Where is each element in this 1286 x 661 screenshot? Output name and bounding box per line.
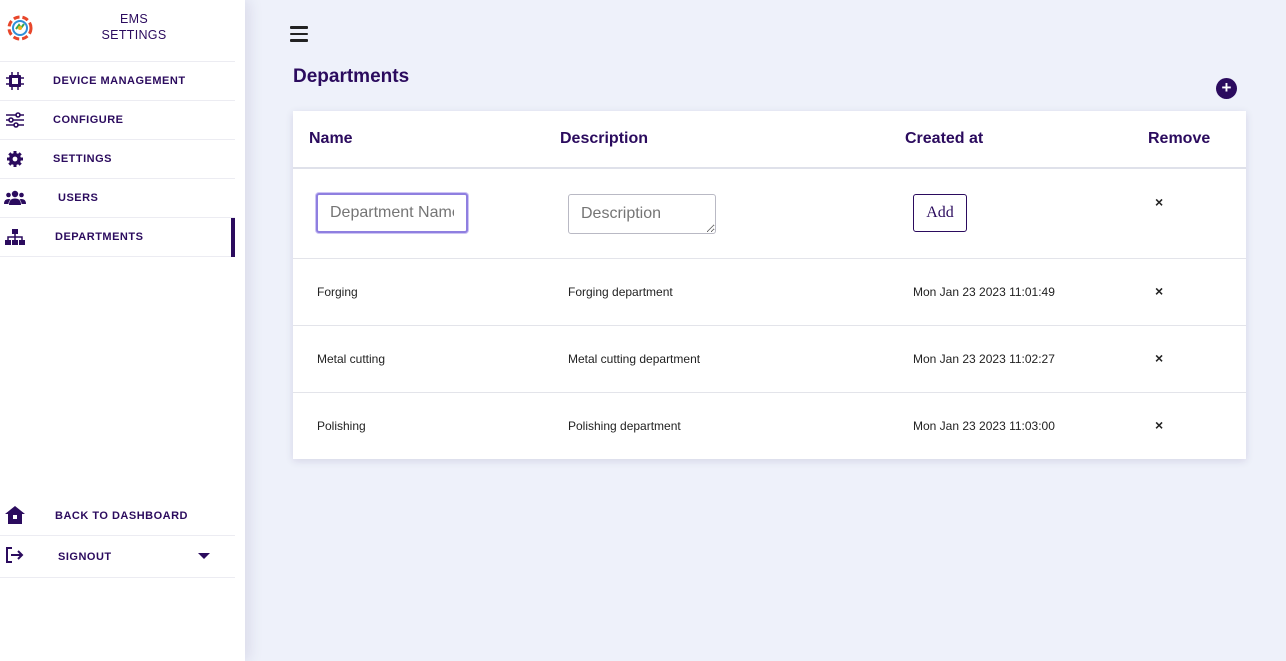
clear-row-icon[interactable]: × — [1155, 194, 1163, 210]
sidebar-bottom-nav: BACK TO DASHBOARD SIGNOUT — [0, 496, 245, 578]
description-input[interactable] — [568, 194, 716, 234]
chevron-down-icon[interactable] — [198, 553, 210, 559]
department-created-at: Mon Jan 23 2023 11:03:00 — [913, 419, 1055, 433]
table-row: Polishing Polishing department Mon Jan 2… — [293, 393, 1246, 459]
sidebar: EMS SETTINGS DEVICE MANAGEMENT CONFIGURE… — [0, 0, 245, 661]
sidebar-item-settings[interactable]: SETTINGS — [0, 140, 235, 179]
sliders-icon — [4, 110, 26, 130]
sidebar-item-label: CONFIGURE — [53, 114, 124, 126]
department-created-at: Mon Jan 23 2023 11:01:49 — [913, 285, 1055, 299]
sidebar-item-device-management[interactable]: DEVICE MANAGEMENT — [0, 62, 235, 101]
chip-icon — [4, 71, 26, 91]
departments-table: Name Description Created at Remove Add ×… — [293, 111, 1246, 459]
remove-icon[interactable]: × — [1155, 283, 1163, 299]
brand-line-1: EMS — [120, 12, 148, 26]
users-icon — [4, 188, 26, 208]
column-header-created: Created at — [905, 130, 984, 147]
new-department-row: Add × — [293, 171, 1246, 259]
department-name-input[interactable] — [316, 193, 468, 233]
table-row: Forging Forging department Mon Jan 23 20… — [293, 259, 1246, 326]
brand-title: EMS SETTINGS — [60, 11, 208, 43]
column-header-description: Description — [560, 130, 649, 147]
back-to-dashboard-link[interactable]: BACK TO DASHBOARD — [0, 496, 235, 536]
sidebar-item-users[interactable]: USERS — [0, 179, 235, 218]
sidebar-item-label: SETTINGS — [53, 153, 113, 165]
sidebar-item-configure[interactable]: CONFIGURE — [0, 101, 235, 140]
sidebar-item-label: DEVICE MANAGEMENT — [53, 75, 186, 87]
column-header-name: Name — [309, 130, 353, 147]
signout-link[interactable]: SIGNOUT — [0, 536, 235, 578]
department-description: Polishing department — [568, 419, 681, 433]
ems-logo-icon — [7, 15, 33, 41]
table-header: Name Description Created at Remove — [293, 111, 1246, 169]
sitemap-icon — [4, 227, 26, 247]
remove-icon[interactable]: × — [1155, 350, 1163, 366]
back-to-dashboard-label: BACK TO DASHBOARD — [55, 509, 188, 522]
sidebar-item-departments[interactable]: DEPARTMENTS — [0, 218, 235, 257]
sidebar-item-label: USERS — [58, 192, 99, 204]
sidebar-item-label: DEPARTMENTS — [55, 231, 144, 243]
column-header-remove: Remove — [1148, 130, 1211, 147]
page-title: Departments — [293, 66, 410, 87]
department-name: Forging — [317, 285, 358, 299]
add-department-button[interactable]: + — [1216, 78, 1237, 99]
department-name: Polishing — [317, 419, 366, 433]
department-description: Metal cutting department — [568, 352, 701, 366]
signout-icon — [4, 545, 26, 565]
gear-icon — [4, 149, 26, 169]
home-icon — [4, 505, 26, 525]
menu-toggle-icon[interactable] — [290, 26, 308, 42]
remove-icon[interactable]: × — [1155, 417, 1163, 433]
brand-line-2: SETTINGS — [101, 28, 167, 42]
add-button[interactable]: Add — [913, 194, 967, 232]
signout-label: SIGNOUT — [58, 550, 112, 563]
table-row: Metal cutting Metal cutting department M… — [293, 326, 1246, 393]
department-name: Metal cutting — [317, 352, 386, 366]
department-description: Forging department — [568, 285, 673, 299]
brand-header: EMS SETTINGS — [0, 0, 235, 62]
department-created-at: Mon Jan 23 2023 11:02:27 — [913, 352, 1055, 366]
